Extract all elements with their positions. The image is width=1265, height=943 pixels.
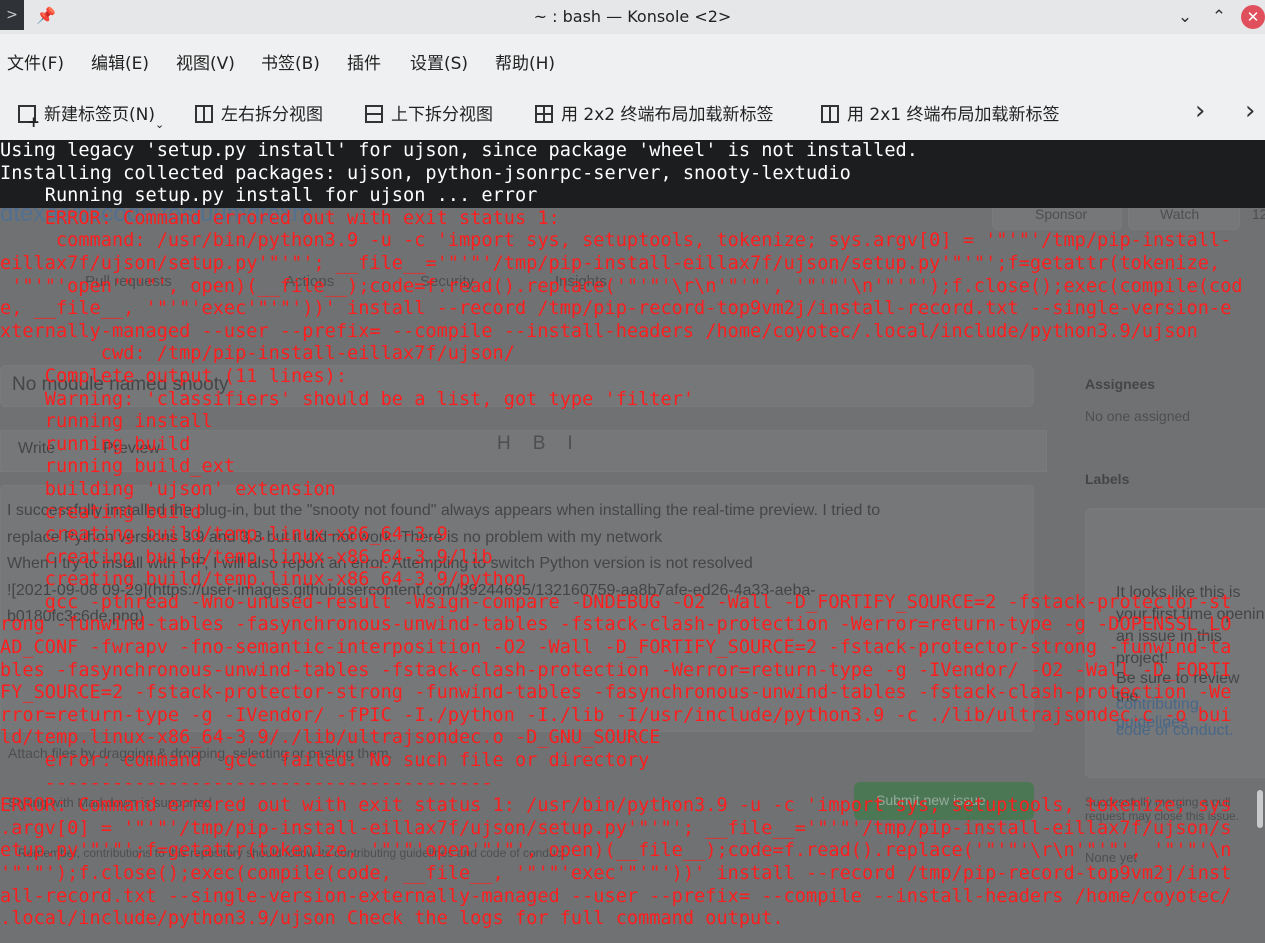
terminal-line: bles -fasynchronous-unwind-tables -fstac… — [0, 659, 1232, 681]
terminal-line: etup.py'"'"';f=getattr(tokenize, '"'"'op… — [0, 840, 1232, 862]
load-2x2-button[interactable]: 用 2x2 终端布局加载新标签 — [535, 100, 774, 125]
window-title: ~ : bash — Konsole <2> — [533, 7, 732, 26]
split-vertical-icon — [195, 105, 213, 123]
terminal-line: command: /usr/bin/python3.9 -u -c 'impor… — [0, 230, 1232, 252]
terminal-line: e, __file__, '"'"'exec'"'"'))' install -… — [0, 298, 1232, 320]
terminal-line: running install — [0, 411, 213, 433]
overflow-chevron-icon[interactable]: › — [1245, 96, 1255, 126]
scrollbar-thumb[interactable] — [1257, 790, 1263, 828]
terminal-view[interactable]: dtexas/vscode-testuumdtexm Sponsor Watch… — [0, 140, 1265, 943]
terminal-line: eillax7f/ujson/setup.py'"'"'; __file__='… — [0, 252, 1221, 274]
terminal-line: .local/include/python3.9/ujson Check the… — [0, 908, 784, 930]
terminal-line: Installing collected packages: ujson, py… — [0, 162, 1265, 186]
terminal-line: creating build/temp.linux-x86_64-3.9/pyt… — [0, 569, 527, 591]
chevron-right-icon[interactable]: › — [1195, 96, 1205, 126]
split-left-right-button[interactable]: 左右拆分视图 — [195, 100, 323, 125]
terminal-line: error: command 'gcc' failed: No such fil… — [0, 750, 650, 772]
load-2x2-label: 用 2x2 终端布局加载新标签 — [561, 105, 774, 125]
terminal-line: xternally-managed --user --prefix= --com… — [0, 320, 1198, 342]
terminal-line: ---------------------------------------- — [0, 772, 493, 794]
terminal-line: Using legacy 'setup.py install' for ujso… — [0, 140, 1265, 163]
terminal-line: ld/temp.linux-x86_64-3.9/./lib/ultrajson… — [0, 727, 661, 749]
terminal-line: rror=return-type -g -IVendor/ -fPIC -I./… — [0, 704, 1232, 726]
terminal-line: ERROR: Command errored out with exit sta… — [0, 207, 560, 229]
chevron-up-icon: ⌃ — [1211, 7, 1227, 27]
terminal-line: creating build/temp.linux-x86_64-3.9/lib — [0, 546, 493, 568]
split-top-bottom-button[interactable]: 上下拆分视图 — [365, 100, 493, 125]
load-2x1-button[interactable]: 用 2x1 终端布局加载新标签 — [821, 100, 1060, 125]
dropdown-icon[interactable]: ⌄ — [155, 118, 164, 131]
terminal-line: '"'"'open'"'"', open)(__file__);code=f.r… — [0, 275, 1243, 297]
terminal-line: running build_ext — [0, 456, 236, 478]
menu-bookmarks[interactable]: 书签(B) — [261, 49, 320, 74]
title-bar: > 📌 ~ : bash — Konsole <2> ⌄ ⌃ ✕ — [0, 0, 1265, 34]
grid-2x1-icon — [821, 105, 839, 123]
terminal-line: AD_CONF -fwrapv -fno-semantic-interposit… — [0, 637, 1232, 659]
new-tab-button[interactable]: 新建标签页(N)⌄ — [18, 100, 164, 131]
terminal-line: Warning: 'classifiers' should be a list,… — [0, 388, 695, 410]
menu-plugins[interactable]: 插件 — [347, 49, 381, 74]
terminal-line: Complete output (11 lines): — [0, 365, 348, 387]
close-icon: ✕ — [1246, 8, 1260, 26]
new-tab-icon — [18, 105, 40, 131]
terminal-output: Using legacy 'setup.py install' for ujso… — [0, 140, 1265, 931]
terminal-line: running build — [0, 433, 191, 455]
load-2x1-label: 用 2x1 终端布局加载新标签 — [847, 105, 1060, 125]
terminal-line: all-record.txt --single-version-external… — [0, 885, 1232, 907]
chevron-down-icon: ⌄ — [1177, 7, 1193, 27]
menu-edit[interactable]: 编辑(E) — [91, 49, 149, 74]
terminal-line: gcc -pthread -Wno-unused-result -Wsign-c… — [0, 591, 1232, 613]
new-tab-label: 新建标签页(N) — [44, 105, 155, 125]
split-left-right-label: 左右拆分视图 — [221, 105, 323, 125]
minimize-button[interactable]: ⌄ — [1173, 5, 1197, 29]
split-top-bottom-label: 上下拆分视图 — [391, 105, 493, 125]
toolbar: 新建标签页(N)⌄ 左右拆分视图 上下拆分视图 用 2x2 终端布局加载新标签 … — [0, 84, 1265, 141]
menu-file[interactable]: 文件(F) — [7, 49, 64, 74]
menu-bar: 文件(F) 编辑(E) 视图(V) 书签(B) 插件 设置(S) 帮助(H) — [0, 34, 1265, 84]
terminal-line: creating build — [0, 501, 202, 523]
terminal-line: '"'"');f.close();exec(compile(code, __fi… — [0, 863, 1232, 884]
close-button[interactable]: ✕ — [1241, 5, 1265, 29]
terminal-line: ERROR: Command errored out with exit sta… — [0, 795, 1232, 817]
terminal-line: rong -funwind-tables -fasynchronous-unwi… — [0, 614, 1232, 636]
menu-view[interactable]: 视图(V) — [176, 49, 235, 74]
menu-help[interactable]: 帮助(H) — [495, 49, 555, 74]
maximize-button[interactable]: ⌃ — [1207, 5, 1231, 29]
terminal-line: cwd: /tmp/pip-install-eillax7f/ujson/ — [0, 343, 515, 365]
terminal-line: creating build/temp.linux-x86_64-3.9 — [0, 524, 448, 546]
terminal-line: Running setup.py install for ujson ... e… — [0, 185, 1265, 208]
terminal-line: .argv[0] = '"'"'/tmp/pip-install-eillax7… — [0, 817, 1232, 839]
terminal-line: FY_SOURCE=2 -fstack-protector-strong -fu… — [0, 682, 1232, 704]
grid-2x2-icon — [535, 105, 553, 123]
menu-settings[interactable]: 设置(S) — [410, 49, 468, 74]
split-horizontal-icon — [365, 105, 383, 123]
terminal-line: building 'ujson' extension — [0, 478, 336, 500]
